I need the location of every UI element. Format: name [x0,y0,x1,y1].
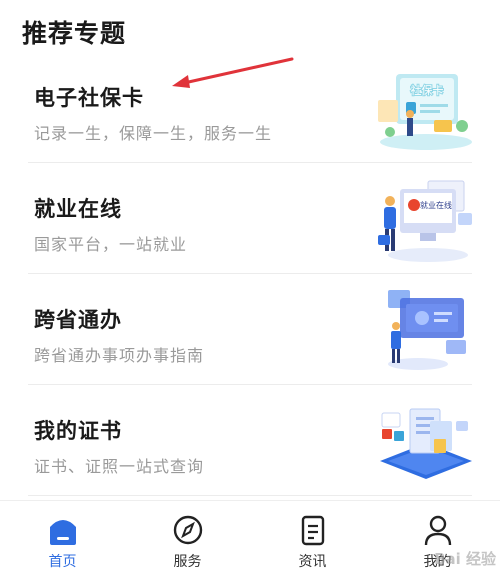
screen-text: 就业在线 [420,200,452,210]
topic-title: 就业在线 [34,197,122,221]
topic-desc: 跨省通办事项办事指南 [34,346,205,365]
user-icon [424,515,451,546]
tab-news[interactable]: 资讯 [250,501,375,575]
cross-province-illustration [388,290,466,370]
card-text: 社保卡 [411,83,444,97]
topic-item-employment-online[interactable]: 就业在线 国家平台，一站就业 就业在线 [28,163,472,274]
tab-label: 资讯 [298,554,327,570]
tab-home[interactable]: 首页 [0,501,125,575]
watermark: Bai 经验 [434,550,496,568]
compass-icon [173,515,202,545]
topic-desc: 国家平台，一站就业 [34,235,188,254]
topic-title: 我的证书 [34,419,122,443]
topic-list: 电子社保卡 记录一生，保障一生，服务一生 社保卡 就业在线 国家平台，一站就业 [0,52,500,496]
home-icon [49,520,76,545]
news-icon [301,515,324,546]
employment-online-illustration: 就业在线 [378,180,472,262]
topic-item-cross-province[interactable]: 跨省通办 跨省通办事项办事指南 [28,274,472,385]
section-title: 推荐专题 [22,19,127,48]
topic-item-my-certificate[interactable]: 我的证书 证书、证照一站式查询 [28,385,472,496]
topic-title: 电子社保卡 [34,86,144,110]
tab-service[interactable]: 服务 [125,501,250,575]
topic-desc: 记录一生，保障一生，服务一生 [34,124,273,143]
annotation-arrow-icon [172,57,294,88]
bottom-tab-bar: 首页 服务 资讯 我的 [0,500,500,575]
social-security-card-illustration: 社保卡 [378,74,472,150]
topic-title: 跨省通办 [34,308,122,332]
tab-label: 首页 [48,554,77,570]
tab-label: 服务 [173,554,202,570]
topic-desc: 证书、证照一站式查询 [34,457,205,476]
certificate-illustration [380,408,472,479]
